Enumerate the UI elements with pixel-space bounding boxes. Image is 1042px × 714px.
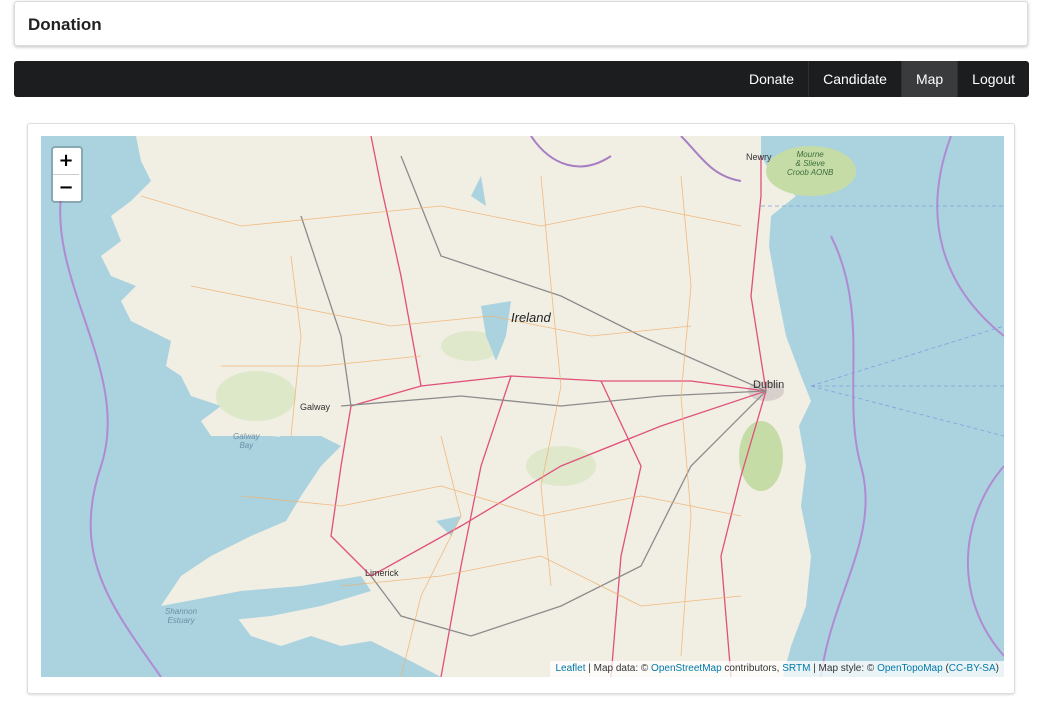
- leaflet-link[interactable]: Leaflet: [555, 663, 585, 674]
- label-limerick: Limerick: [365, 568, 399, 578]
- label-galway-bay: Galway Bay: [233, 432, 260, 450]
- map-attribution: Leaflet | Map data: © OpenStreetMap cont…: [550, 661, 1004, 677]
- attrib-text-3: | Map style: ©: [810, 663, 878, 674]
- opentopomap-link[interactable]: OpenTopoMap: [877, 663, 943, 674]
- srtm-link[interactable]: SRTM: [782, 663, 810, 674]
- map-view[interactable]: Ireland Dublin Galway Limerick Newry Gal…: [41, 136, 1004, 677]
- nav-logout[interactable]: Logout: [957, 61, 1029, 97]
- label-galway: Galway: [300, 402, 331, 412]
- label-dublin: Dublin: [753, 379, 785, 391]
- map-tiles: [41, 136, 1004, 677]
- label-newry: Newry: [746, 152, 772, 162]
- label-shannon-estuary: Shannon Estuary: [165, 607, 198, 625]
- map-panel: Ireland Dublin Galway Limerick Newry Gal…: [27, 123, 1015, 694]
- nav-donate[interactable]: Donate: [735, 61, 808, 97]
- header-panel: Donation: [14, 1, 1028, 46]
- label-mourne: Mourne & Slieve Croob AONB: [787, 150, 834, 177]
- attrib-text-2: contributors,: [721, 663, 783, 674]
- zoom-control: + −: [51, 146, 83, 203]
- nav-map[interactable]: Map: [900, 61, 958, 97]
- attrib-text-5: ): [995, 663, 999, 674]
- zoom-out-button[interactable]: −: [53, 175, 79, 201]
- attrib-text-1: | Map data: ©: [585, 663, 652, 674]
- nav-candidate[interactable]: Candidate: [808, 61, 901, 97]
- label-ireland: Ireland: [511, 310, 551, 325]
- osm-link[interactable]: OpenStreetMap: [651, 663, 722, 674]
- navbar: Donate Candidate Map Logout: [14, 61, 1029, 97]
- zoom-in-button[interactable]: +: [53, 148, 79, 175]
- license-link[interactable]: CC-BY-SA: [949, 663, 996, 674]
- app-title: Donation: [28, 15, 102, 34]
